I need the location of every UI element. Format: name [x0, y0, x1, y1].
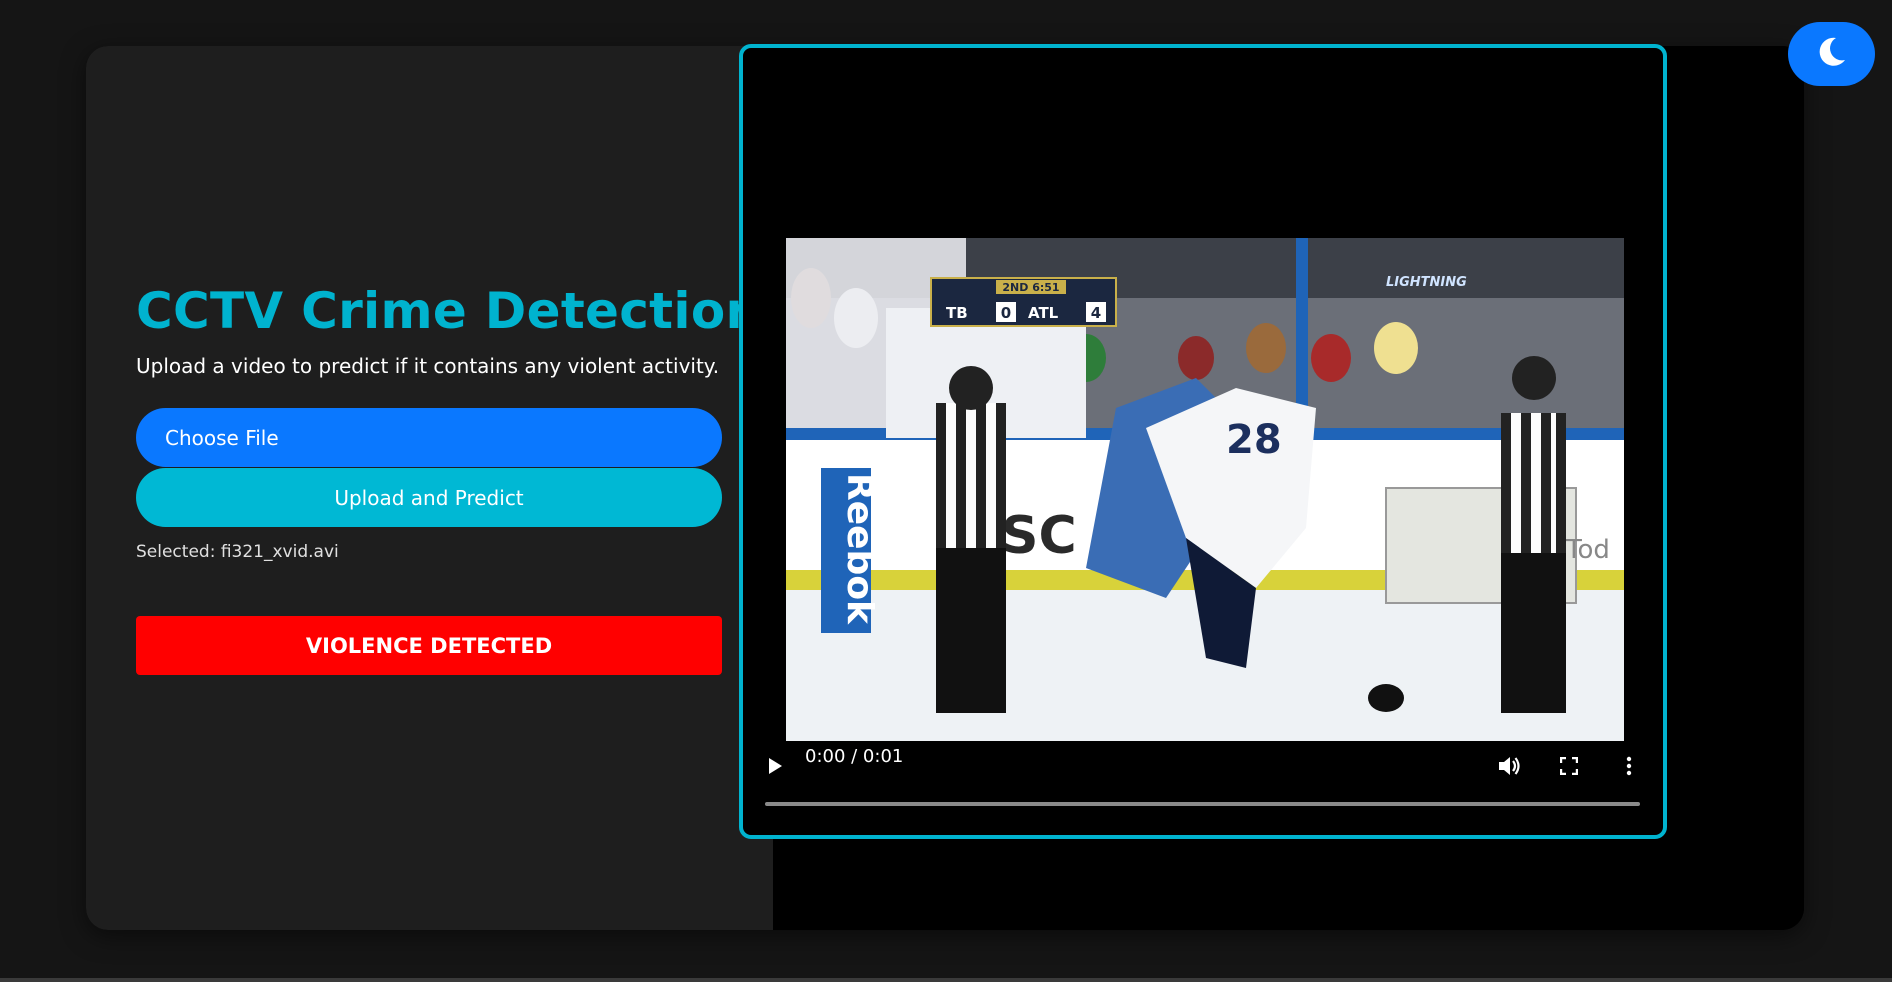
fullscreen-icon[interactable] [1555, 752, 1583, 780]
board-text-right: Tod [1565, 535, 1610, 565]
board-text-center: SC [1001, 506, 1077, 566]
moon-icon [1817, 36, 1847, 72]
scoreboard-team-home: TB [946, 304, 968, 322]
video-frame-image: Reebok SC Tod 28 2ND 6:51 TB 0 ATL 4 LIG… [786, 238, 1624, 741]
board-text-left: Reebok [839, 473, 880, 625]
selected-file-text: Selected: fi321_xvid.avi [136, 542, 339, 562]
hockey-scene-image: Reebok SC Tod 28 2ND 6:51 TB 0 ATL 4 LIG… [786, 238, 1624, 741]
scoreboard-score-away: 4 [1091, 304, 1101, 322]
page-title: CCTV Crime Detection [136, 282, 762, 340]
play-icon[interactable] [763, 754, 787, 778]
bottom-border [0, 978, 1892, 982]
prediction-result-banner: VIOLENCE DETECTED [136, 616, 722, 675]
broadcast-logo: LIGHTNING [1386, 275, 1467, 290]
scoreboard-score-home: 0 [1001, 304, 1011, 322]
upload-and-predict-label: Upload and Predict [334, 485, 524, 510]
page-subtitle: Upload a video to predict if it contains… [136, 354, 720, 378]
prediction-result-label: VIOLENCE DETECTED [305, 633, 553, 658]
theme-toggle-button[interactable] [1788, 22, 1875, 86]
scoreboard-team-away: ATL [1028, 304, 1059, 322]
scoreboard-period: 2ND 6:51 [1002, 281, 1059, 294]
jersey-number: 28 [1226, 417, 1282, 463]
upload-and-predict-button[interactable]: Upload and Predict [136, 468, 722, 527]
video-player[interactable]: Reebok SC Tod 28 2ND 6:51 TB 0 ATL 4 LIG… [739, 44, 1667, 839]
choose-file-label: Choose File [165, 425, 279, 450]
video-time-display: 0:00 / 0:01 [805, 746, 904, 767]
upload-panel: CCTV Crime Detection Upload a video to p… [86, 46, 773, 930]
video-progress-bar[interactable] [765, 802, 1640, 806]
volume-icon[interactable] [1495, 752, 1523, 780]
choose-file-button[interactable]: Choose File [136, 408, 722, 467]
more-options-icon[interactable] [1615, 752, 1643, 780]
page: CCTV Crime Detection Upload a video to p… [0, 0, 1892, 982]
